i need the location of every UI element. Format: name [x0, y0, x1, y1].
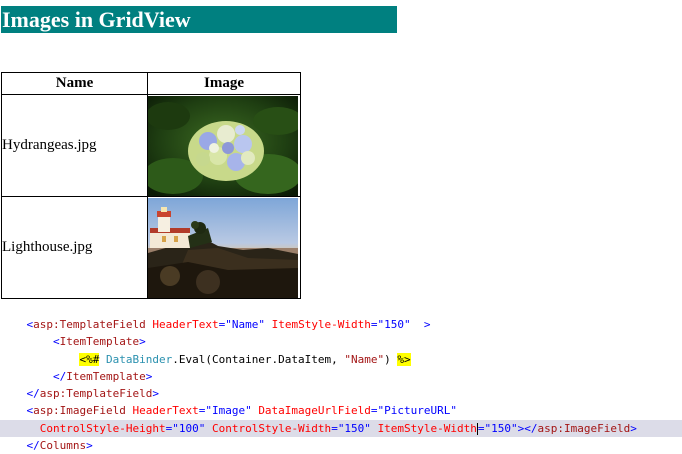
- cell-name: Hydrangeas.jpg: [1, 94, 148, 197]
- page-title: Images in GridView: [1, 6, 397, 33]
- code-editor[interactable]: <asp:TemplateField HeaderText="Name" Ite…: [0, 316, 682, 454]
- code-line-6: <asp:ImageField HeaderText="Image" DataI…: [26, 404, 458, 418]
- code-line-8: </Columns>: [26, 439, 93, 453]
- code-line-5: </asp:TemplateField>: [26, 387, 159, 401]
- cell-image: [147, 94, 301, 197]
- lighthouse-photo: [148, 197, 298, 298]
- table-row: Hydrangeas.jpg: [1, 94, 301, 197]
- cell-image: [147, 196, 301, 299]
- code-line-2: <ItemTemplate>: [52, 335, 146, 349]
- code-line-7-current: ControlStyle-Height="100" ControlStyle-W…: [0, 419, 682, 438]
- grid-header-row: Name Image: [1, 72, 301, 95]
- images-gridview: Name Image Hydrangeas.jpg Lighthouse.jpg: [1, 72, 301, 299]
- cell-name: Lighthouse.jpg: [1, 196, 148, 299]
- hydrangea-photo: [148, 95, 298, 196]
- code-line-4: </ItemTemplate>: [52, 369, 153, 383]
- table-row: Lighthouse.jpg: [1, 196, 301, 299]
- code-line-1: <asp:TemplateField HeaderText="Name" Ite…: [26, 318, 431, 331]
- column-header-image: Image: [147, 72, 301, 95]
- column-header-name: Name: [1, 72, 148, 95]
- code-line-3: <%# DataBinder.Eval(Container.DataItem, …: [79, 352, 411, 366]
